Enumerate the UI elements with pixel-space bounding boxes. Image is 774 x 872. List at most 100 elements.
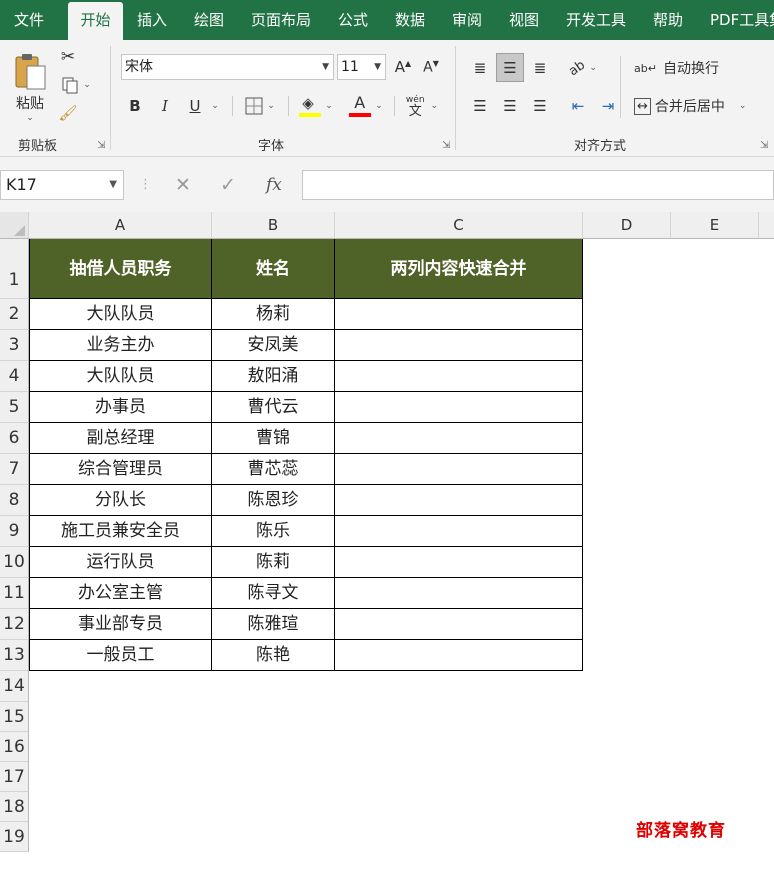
table-cell[interactable]: 曹代云 xyxy=(212,392,335,423)
table-cell[interactable] xyxy=(335,640,583,671)
table-cell[interactable]: 陈雅瑄 xyxy=(212,609,335,640)
row-header[interactable]: 6 xyxy=(0,423,29,454)
row-header[interactable]: 17 xyxy=(0,762,29,792)
name-box[interactable]: K17 ▼ xyxy=(0,170,124,200)
row-header[interactable]: 2 xyxy=(0,299,29,330)
table-cell[interactable]: 施工员兼安全员 xyxy=(29,516,212,547)
underline-dropdown[interactable]: ⌄ xyxy=(208,94,222,118)
header-cell[interactable]: 姓名 xyxy=(212,239,335,299)
table-cell[interactable] xyxy=(335,330,583,361)
bold-button[interactable]: B xyxy=(124,94,146,118)
row-header[interactable]: 18 xyxy=(0,792,29,822)
table-cell[interactable] xyxy=(335,547,583,578)
table-cell[interactable]: 大队队员 xyxy=(29,299,212,330)
font-size-combo[interactable]: 11 ▼ xyxy=(337,54,386,80)
tab-pdf-tools[interactable]: PDF工具集 xyxy=(710,0,774,40)
row-header[interactable]: 1 xyxy=(0,239,29,299)
cut-button[interactable]: ✂ xyxy=(56,46,80,68)
underline-button[interactable]: U xyxy=(184,94,206,118)
table-cell[interactable] xyxy=(335,299,583,330)
tab-help[interactable]: 帮助 xyxy=(653,0,683,40)
tab-insert[interactable]: 插入 xyxy=(137,0,167,40)
table-cell[interactable]: 分队长 xyxy=(29,485,212,516)
tab-formulas[interactable]: 公式 xyxy=(338,0,368,40)
table-cell[interactable]: 曹芯蕊 xyxy=(212,454,335,485)
table-cell[interactable]: 运行队员 xyxy=(29,547,212,578)
column-header-b[interactable]: B xyxy=(212,212,335,239)
table-cell[interactable] xyxy=(335,578,583,609)
table-cell[interactable] xyxy=(335,392,583,423)
column-header-a[interactable]: A xyxy=(29,212,212,239)
table-cell[interactable]: 办事员 xyxy=(29,392,212,423)
table-cell[interactable]: 敖阳涌 xyxy=(212,361,335,392)
align-left-button[interactable]: ☰ xyxy=(466,92,494,120)
row-header[interactable]: 3 xyxy=(0,330,29,361)
tab-view[interactable]: 视图 xyxy=(509,0,539,40)
row-header[interactable]: 12 xyxy=(0,609,29,640)
worksheet-grid[interactable]: A B C D E 1 2 3 4 5 6 7 8 9 10 11 12 13 14 15 16 17 18 19 … xyxy=(0,212,774,872)
insert-function-button[interactable]: fx xyxy=(266,170,282,200)
dialog-launcher-icon[interactable]: ⇲ xyxy=(97,140,105,151)
row-header[interactable]: 16 xyxy=(0,732,29,762)
tab-page-layout[interactable]: 页面布局 xyxy=(251,0,311,40)
wrap-text-button[interactable]: ab↵ 自动换行 xyxy=(634,54,728,82)
table-cell[interactable]: 副总经理 xyxy=(29,423,212,454)
tab-home[interactable]: 开始 xyxy=(68,2,123,40)
table-cell[interactable]: 杨莉 xyxy=(212,299,335,330)
dialog-launcher-icon[interactable]: ⇲ xyxy=(760,140,768,151)
row-header[interactable]: 7 xyxy=(0,454,29,485)
column-header-e[interactable]: E xyxy=(671,212,759,239)
align-right-button[interactable]: ☰ xyxy=(526,92,554,120)
dialog-launcher-icon[interactable]: ⇲ xyxy=(442,140,450,151)
row-header[interactable]: 10 xyxy=(0,547,29,578)
column-header-c[interactable]: C xyxy=(335,212,583,239)
font-color-button[interactable]: A ⌄ xyxy=(344,92,388,120)
tab-data[interactable]: 数据 xyxy=(395,0,425,40)
column-header-f[interactable] xyxy=(759,212,774,239)
column-header-d[interactable]: D xyxy=(583,212,671,239)
table-cell[interactable]: 综合管理员 xyxy=(29,454,212,485)
formula-input[interactable] xyxy=(302,170,774,200)
table-cell[interactable] xyxy=(335,516,583,547)
phonetic-guide-button[interactable]: wén 文 ⌄ xyxy=(400,92,444,120)
table-cell[interactable]: 一般员工 xyxy=(29,640,212,671)
select-all-corner[interactable] xyxy=(0,212,29,239)
table-cell[interactable] xyxy=(335,454,583,485)
table-cell[interactable]: 业务主办 xyxy=(29,330,212,361)
header-cell[interactable]: 两列内容快速合并 xyxy=(335,239,583,299)
italic-button[interactable]: I xyxy=(154,94,176,118)
table-cell[interactable]: 曹锦 xyxy=(212,423,335,454)
tab-draw[interactable]: 绘图 xyxy=(194,0,224,40)
header-cell[interactable]: 抽借人员职务 xyxy=(29,239,212,299)
fill-color-button[interactable]: ◈ ⌄ xyxy=(294,92,338,120)
table-cell[interactable] xyxy=(335,609,583,640)
table-cell[interactable] xyxy=(335,361,583,392)
row-header[interactable]: 4 xyxy=(0,361,29,392)
table-cell[interactable]: 办公室主管 xyxy=(29,578,212,609)
cancel-icon[interactable]: ✕ xyxy=(175,170,191,200)
decrease-font-size-button[interactable]: A▼ xyxy=(420,54,442,80)
align-top-button[interactable]: ≣ xyxy=(466,54,494,82)
format-painter-button[interactable]: 🖌 xyxy=(56,102,80,124)
table-cell[interactable]: 陈寻文 xyxy=(212,578,335,609)
row-header[interactable]: 15 xyxy=(0,702,29,732)
table-cell[interactable]: 事业部专员 xyxy=(29,609,212,640)
align-bottom-button[interactable]: ≣ xyxy=(526,54,554,82)
align-middle-button[interactable]: ☰ xyxy=(496,53,524,82)
row-header[interactable]: 8 xyxy=(0,485,29,516)
row-header[interactable]: 14 xyxy=(0,671,29,702)
table-cell[interactable]: 陈艳 xyxy=(212,640,335,671)
tab-file[interactable]: 文件 xyxy=(14,0,44,40)
paste-button[interactable]: 粘贴 ⌄ xyxy=(8,46,52,128)
row-header[interactable]: 13 xyxy=(0,640,29,671)
borders-button[interactable]: ⌄ xyxy=(240,94,280,118)
tab-review[interactable]: 审阅 xyxy=(452,0,482,40)
row-header[interactable]: 5 xyxy=(0,392,29,423)
row-header[interactable]: 9 xyxy=(0,516,29,547)
decrease-indent-button[interactable]: ⇤ xyxy=(564,92,592,120)
align-center-button[interactable]: ☰ xyxy=(496,92,524,120)
row-header[interactable]: 19 xyxy=(0,822,29,852)
increase-font-size-button[interactable]: A▲ xyxy=(392,54,414,80)
increase-indent-button[interactable]: ⇥ xyxy=(594,92,622,120)
table-cell[interactable]: 陈莉 xyxy=(212,547,335,578)
